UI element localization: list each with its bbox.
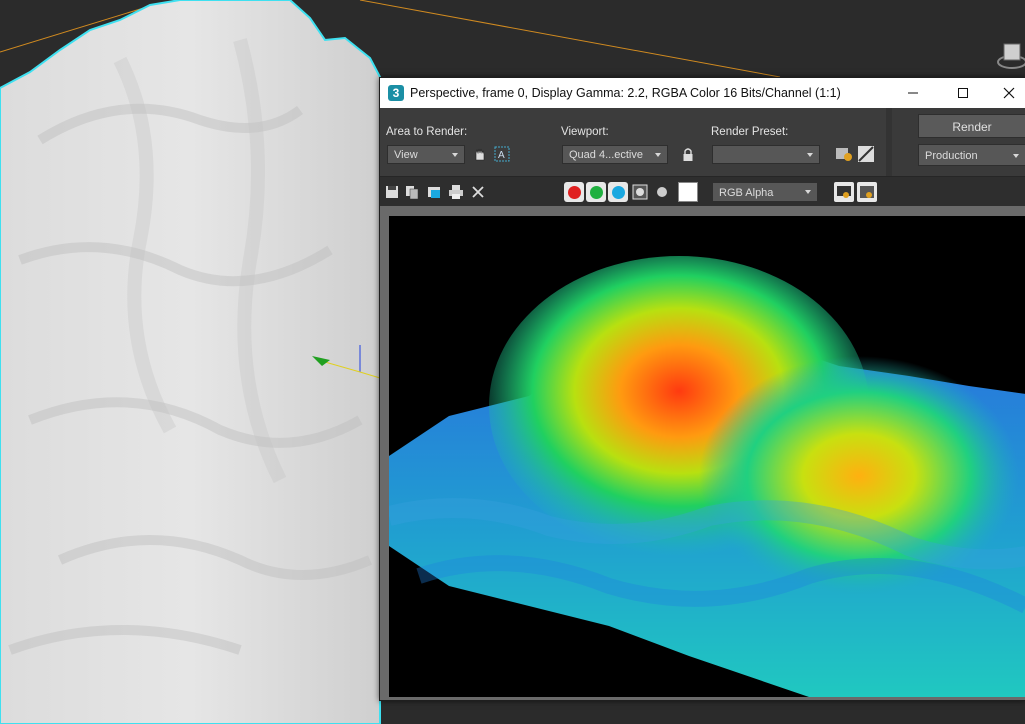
auto-region-button[interactable]: A bbox=[493, 145, 511, 163]
hand-icon bbox=[475, 148, 485, 161]
render-setup-button[interactable] bbox=[835, 145, 853, 163]
clone-icon bbox=[428, 187, 440, 198]
render-preset-label: Render Preset: bbox=[711, 126, 789, 138]
close-button[interactable] bbox=[986, 78, 1025, 108]
toggle-ui-overlay-button[interactable] bbox=[834, 182, 854, 202]
red-channel-toggle[interactable] bbox=[564, 182, 584, 202]
production-dropdown[interactable]: Production bbox=[918, 144, 1025, 166]
blue-channel-toggle[interactable] bbox=[608, 182, 628, 202]
green-channel-toggle[interactable] bbox=[586, 182, 606, 202]
alpha-channel-toggle[interactable] bbox=[631, 183, 649, 201]
print-icon bbox=[449, 185, 463, 199]
monochrome-toggle[interactable] bbox=[653, 183, 671, 201]
overlay-icon bbox=[837, 186, 851, 198]
display-channel-value: RGB Alpha bbox=[719, 187, 774, 199]
pan-hand-button[interactable] bbox=[471, 145, 489, 163]
auto-region-icon: A bbox=[494, 146, 510, 162]
viewport-label: Viewport: bbox=[561, 126, 609, 138]
production-value: Production bbox=[925, 150, 978, 162]
render-canvas-area bbox=[380, 206, 1025, 700]
teapot-gear-icon bbox=[836, 148, 852, 161]
maximize-icon bbox=[958, 88, 968, 98]
environment-icon bbox=[858, 146, 874, 162]
area-to-render-value: View bbox=[394, 149, 418, 161]
mono-dot-icon bbox=[657, 187, 667, 197]
alpha-icon bbox=[632, 184, 648, 200]
clear-color-swatch[interactable] bbox=[678, 182, 698, 202]
lock-viewport-button[interactable] bbox=[679, 146, 697, 164]
window-title: Perspective, frame 0, Display Gamma: 2.2… bbox=[410, 86, 841, 100]
channel-toolbar: RGB Alpha bbox=[380, 176, 1025, 207]
title-bar[interactable]: 3 Perspective, frame 0, Display Gamma: 2… bbox=[380, 78, 1025, 108]
copy-icon bbox=[406, 186, 419, 200]
toggle-ui-button[interactable] bbox=[857, 182, 877, 202]
maximize-button[interactable] bbox=[940, 78, 986, 108]
render-settings-toolbar: Area to Render: View A Viewport: Quad 4.… bbox=[380, 108, 1025, 176]
save-icon bbox=[386, 186, 398, 198]
rendered-frame-window: 3 Perspective, frame 0, Display Gamma: 2… bbox=[379, 77, 1025, 701]
viewport-dropdown[interactable]: Quad 4...ective bbox=[562, 145, 668, 164]
render-button[interactable]: Render bbox=[918, 114, 1025, 138]
display-channel-dropdown[interactable]: RGB Alpha bbox=[712, 182, 818, 202]
clear-button[interactable] bbox=[469, 183, 487, 201]
save-image-button[interactable] bbox=[383, 183, 401, 201]
print-image-button[interactable] bbox=[447, 183, 465, 201]
svg-text:A: A bbox=[498, 150, 505, 161]
green-dot-icon bbox=[589, 185, 603, 199]
rendered-image bbox=[386, 216, 1025, 697]
close-icon bbox=[1003, 87, 1015, 99]
lock-icon bbox=[683, 148, 693, 161]
red-dot-icon bbox=[567, 185, 581, 199]
x-icon bbox=[472, 186, 484, 198]
minimize-button[interactable] bbox=[890, 78, 936, 108]
area-to-render-label: Area to Render: bbox=[386, 126, 468, 138]
render-preset-dropdown[interactable] bbox=[712, 145, 820, 164]
area-to-render-dropdown[interactable]: View bbox=[387, 145, 465, 164]
copy-image-button[interactable] bbox=[403, 183, 421, 201]
ui-panel-icon bbox=[860, 186, 874, 198]
3dsmax-app-icon: 3 bbox=[388, 85, 404, 101]
viewport-value: Quad 4...ective bbox=[569, 149, 643, 161]
minimize-icon bbox=[908, 92, 918, 94]
clone-frame-button[interactable] bbox=[425, 183, 443, 201]
blue-dot-icon bbox=[611, 185, 625, 199]
environment-effects-button[interactable] bbox=[857, 145, 875, 163]
